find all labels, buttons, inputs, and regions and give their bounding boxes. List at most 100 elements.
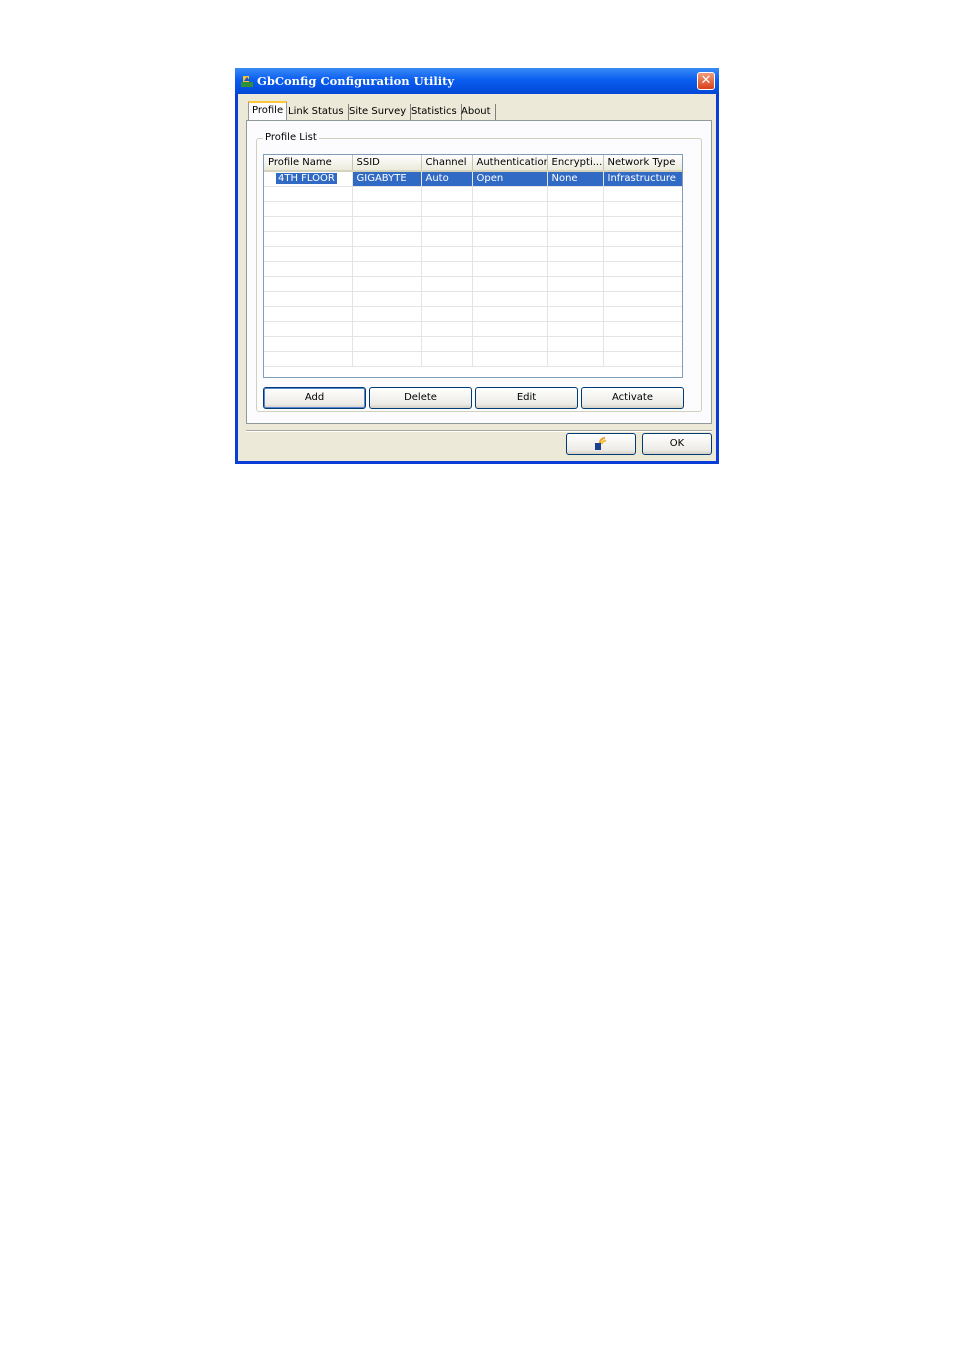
wireless-app-icon bbox=[241, 76, 253, 87]
profile-tab-panel: Profile List Profile Name SSID Channel A… bbox=[246, 120, 712, 424]
bottom-divider bbox=[246, 430, 712, 432]
empty-cell bbox=[472, 291, 548, 307]
empty-cell bbox=[421, 261, 473, 277]
empty-cell bbox=[264, 276, 353, 292]
empty-cell bbox=[352, 291, 422, 307]
empty-cell bbox=[603, 246, 682, 262]
empty-cell bbox=[472, 321, 548, 337]
empty-table-row[interactable] bbox=[264, 336, 682, 352]
empty-cell bbox=[603, 336, 682, 352]
activate-button[interactable]: Activate bbox=[581, 387, 684, 409]
empty-cell bbox=[421, 276, 473, 292]
empty-table-row[interactable] bbox=[264, 186, 682, 202]
empty-cell bbox=[421, 321, 473, 337]
profile-list-label: Profile List bbox=[263, 132, 319, 144]
window-title: GbConfig Configuration Utility bbox=[257, 74, 455, 88]
delete-button[interactable]: Delete bbox=[369, 387, 472, 409]
empty-table-row[interactable] bbox=[264, 201, 682, 217]
empty-table-row[interactable] bbox=[264, 306, 682, 322]
empty-cell bbox=[472, 336, 548, 352]
wireless-signal-icon bbox=[595, 437, 607, 450]
empty-cell bbox=[603, 186, 682, 202]
empty-cell bbox=[547, 306, 604, 322]
column-header-network-type[interactable]: Network Type bbox=[603, 155, 682, 172]
empty-table-row[interactable] bbox=[264, 261, 682, 277]
column-header-ssid[interactable]: SSID bbox=[352, 155, 422, 172]
empty-cell bbox=[264, 291, 353, 307]
title-bar[interactable]: GbConfig Configuration Utility ✕ bbox=[235, 68, 719, 94]
column-header-encryption[interactable]: Encrypti... bbox=[547, 155, 604, 172]
empty-cell bbox=[547, 186, 604, 202]
empty-cell bbox=[421, 306, 473, 322]
empty-cell bbox=[472, 261, 548, 277]
empty-cell bbox=[421, 246, 473, 262]
empty-cell bbox=[352, 306, 422, 322]
column-header-profile-name[interactable]: Profile Name bbox=[264, 155, 353, 172]
empty-cell bbox=[547, 291, 604, 307]
empty-cell bbox=[603, 351, 682, 367]
empty-cell bbox=[603, 231, 682, 247]
empty-cell bbox=[421, 201, 473, 217]
empty-cell bbox=[352, 336, 422, 352]
empty-cell bbox=[547, 276, 604, 292]
config-utility-window: GbConfig Configuration Utility ✕ Profile… bbox=[235, 68, 719, 464]
close-button[interactable]: ✕ bbox=[697, 72, 715, 90]
empty-cell bbox=[547, 231, 604, 247]
empty-cell bbox=[264, 336, 353, 352]
cell-network-type: Infrastructure bbox=[603, 171, 682, 187]
tab-about[interactable]: About bbox=[461, 104, 496, 120]
profile-table: Profile Name SSID Channel Authentication… bbox=[264, 155, 682, 367]
empty-cell bbox=[472, 216, 548, 232]
empty-cell bbox=[352, 351, 422, 367]
empty-table-row[interactable] bbox=[264, 291, 682, 307]
edit-button[interactable]: Edit bbox=[475, 387, 578, 409]
empty-cell bbox=[264, 351, 353, 367]
empty-cell bbox=[264, 321, 353, 337]
empty-cell bbox=[603, 321, 682, 337]
empty-cell bbox=[472, 246, 548, 262]
cell-channel: Auto bbox=[421, 171, 473, 187]
tab-site-survey[interactable]: Site Survey bbox=[349, 104, 412, 120]
column-header-channel[interactable]: Channel bbox=[421, 155, 473, 172]
empty-cell bbox=[603, 306, 682, 322]
empty-cell bbox=[472, 306, 548, 322]
empty-cell bbox=[603, 201, 682, 217]
table-header-row: Profile Name SSID Channel Authentication… bbox=[264, 155, 682, 172]
empty-cell bbox=[547, 351, 604, 367]
empty-table-row[interactable] bbox=[264, 321, 682, 337]
column-header-authentication[interactable]: Authentication bbox=[472, 155, 548, 172]
empty-cell bbox=[264, 186, 353, 202]
close-icon: ✕ bbox=[700, 73, 712, 88]
empty-cell bbox=[352, 201, 422, 217]
empty-table-row[interactable] bbox=[264, 276, 682, 292]
profile-list-view[interactable]: Profile Name SSID Channel Authentication… bbox=[263, 154, 683, 378]
empty-cell bbox=[472, 186, 548, 202]
empty-cell bbox=[421, 336, 473, 352]
tab-statistics[interactable]: Statistics bbox=[411, 104, 462, 120]
add-button[interactable]: Add bbox=[263, 387, 366, 409]
empty-cell bbox=[547, 246, 604, 262]
empty-table-row[interactable] bbox=[264, 351, 682, 367]
tray-icon-button[interactable] bbox=[566, 433, 636, 455]
empty-cell bbox=[603, 276, 682, 292]
empty-cell bbox=[352, 246, 422, 262]
tab-profile[interactable]: Profile bbox=[248, 101, 288, 120]
empty-cell bbox=[352, 321, 422, 337]
empty-cell bbox=[421, 186, 473, 202]
table-row[interactable]: 4TH FLOOR GIGABYTE Auto Open None Infras… bbox=[264, 171, 682, 187]
empty-cell bbox=[421, 216, 473, 232]
empty-table-row[interactable] bbox=[264, 246, 682, 262]
ok-button[interactable]: OK bbox=[642, 433, 712, 455]
empty-cell bbox=[472, 351, 548, 367]
empty-cell bbox=[352, 261, 422, 277]
tab-link-status[interactable]: Link Status bbox=[288, 104, 349, 120]
empty-table-row[interactable] bbox=[264, 216, 682, 232]
empty-table-row[interactable] bbox=[264, 231, 682, 247]
empty-cell bbox=[264, 261, 353, 277]
empty-cell bbox=[264, 306, 353, 322]
cell-ssid: GIGABYTE bbox=[352, 171, 422, 187]
empty-cell bbox=[603, 261, 682, 277]
empty-cell bbox=[352, 216, 422, 232]
empty-cell bbox=[547, 336, 604, 352]
profile-table-body: 4TH FLOOR GIGABYTE Auto Open None Infras… bbox=[264, 171, 682, 367]
